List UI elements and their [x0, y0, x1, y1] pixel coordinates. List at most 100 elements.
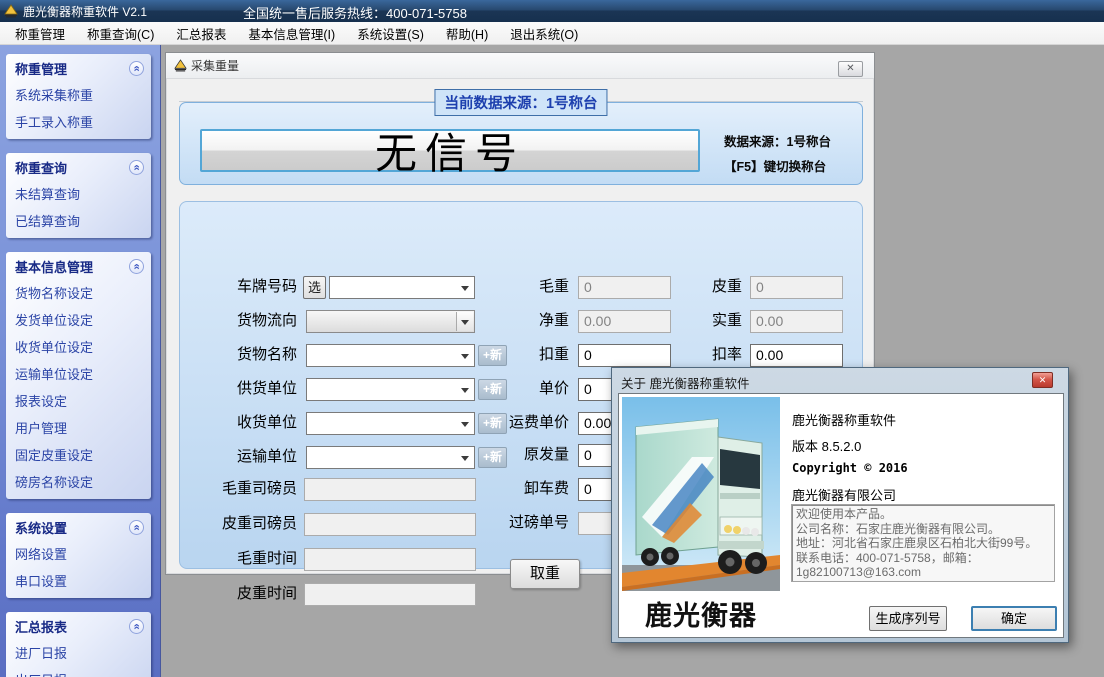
about-dialog-content: 鹿光衡器 鹿光衡器称重软件 版本 8.5.2.0 Copyright © 201…: [618, 393, 1064, 638]
label-net-weight: 净重: [480, 310, 569, 332]
sidebar-item-scale-house-setting[interactable]: 磅房名称设定: [6, 468, 151, 495]
chevron-down-icon: [456, 346, 473, 365]
sidebar-item-manual-entry-weighing[interactable]: 手工录入称重: [6, 108, 151, 135]
sidebar-item-system-collect-weighing[interactable]: 系统采集称重: [6, 81, 151, 108]
child-close-button[interactable]: ✕: [838, 61, 863, 77]
label-plate-number: 车牌号码: [192, 276, 297, 298]
ok-button[interactable]: 确定: [971, 606, 1057, 631]
sidebar-header-label: 称重查询: [15, 158, 67, 177]
label-gross-operator: 毛重司磅员: [192, 478, 297, 500]
menu-weighing-management[interactable]: 称重管理: [4, 21, 76, 46]
hotline-text: 全国统一售后服务热线：400-071-5758: [243, 3, 467, 22]
collapse-chevron-icon[interactable]: [129, 61, 144, 76]
label-receiver: 收货单位: [192, 412, 297, 434]
collapse-chevron-icon[interactable]: [129, 520, 144, 535]
sidebar-item-outbound-daily-report[interactable]: 出厂日报: [6, 666, 151, 677]
sidebar-item-shipper-setting[interactable]: 发货单位设定: [6, 306, 151, 333]
sidebar-item-goods-name-setting[interactable]: 货物名称设定: [6, 279, 151, 306]
collapse-chevron-icon[interactable]: [129, 160, 144, 175]
menu-help[interactable]: 帮助(H): [435, 21, 499, 46]
tare-time-field: [304, 583, 476, 606]
sidebar-item-settled-query[interactable]: 已结算查询: [6, 207, 151, 234]
dialog-close-button[interactable]: ✕: [1032, 372, 1053, 388]
receiver-combobox[interactable]: [306, 412, 475, 435]
label-original-qty: 原发量: [480, 444, 569, 466]
data-source-banner: 当前数据来源：1号称台: [434, 89, 607, 116]
label-supplier: 供货单位: [192, 378, 297, 400]
menu-weighing-query[interactable]: 称重查询(C): [76, 21, 165, 46]
label-gross-weight: 毛重: [480, 276, 569, 298]
sidebar-item-transport-setting[interactable]: 运输单位设定: [6, 360, 151, 387]
label-gross-time: 毛重时间: [192, 548, 297, 570]
collect-weight-titlebar: 采集重量 ✕: [166, 53, 874, 79]
menu-exit[interactable]: 退出系统(O): [499, 21, 589, 46]
tare-operator-field: [304, 513, 476, 536]
goods-flow-combobox[interactable]: [306, 310, 475, 333]
sidebar-item-report-setting[interactable]: 报表设定: [6, 387, 151, 414]
sidebar-item-inbound-daily-report[interactable]: 进厂日报: [6, 639, 151, 666]
sidebar-header-basic-info[interactable]: 基本信息管理: [6, 252, 151, 279]
data-source-label: 数据来源：1号称台: [724, 131, 874, 150]
sidebar-item-unsettled-query[interactable]: 未结算查询: [6, 180, 151, 207]
sidebar-header-label: 汇总报表: [15, 617, 67, 636]
logo-caption-text: 鹿光衡器: [622, 591, 780, 635]
transport-unit-combobox[interactable]: [306, 446, 475, 469]
sidebar-item-network-settings[interactable]: 网络设置: [6, 540, 151, 567]
sidebar-header-weighing[interactable]: 称重管理: [6, 54, 151, 81]
menu-summary-report[interactable]: 汇总报表: [165, 21, 237, 46]
about-copyright: Copyright © 2016: [792, 461, 908, 475]
label-unload-fee: 卸车费: [480, 478, 569, 500]
chevron-down-icon: [456, 414, 473, 433]
gross-time-field: [304, 548, 476, 571]
gross-weight-field: 0: [578, 276, 671, 299]
f5-switch-hint: 【F5】键切换称台: [724, 156, 874, 175]
collapse-chevron-icon[interactable]: [129, 619, 144, 634]
label-transport-unit: 运输单位: [192, 446, 297, 468]
menu-basic-info[interactable]: 基本信息管理(I): [237, 21, 346, 46]
chevron-down-icon: [456, 312, 473, 331]
menu-bar: 称重管理 称重查询(C) 汇总报表 基本信息管理(I) 系统设置(S) 帮助(H…: [0, 22, 1104, 45]
about-company: 鹿光衡器有限公司: [792, 485, 896, 504]
label-deduct-weight: 扣重: [480, 344, 569, 366]
gross-operator-field: [304, 478, 476, 501]
net-weight-field: 0.00: [578, 310, 671, 333]
deduct-weight-input[interactable]: 0: [578, 344, 671, 367]
child-window-title: 采集重量: [191, 57, 239, 74]
label-freight-price: 运费单价: [480, 412, 569, 434]
app-logo-icon: [174, 59, 187, 72]
deduct-rate-input[interactable]: 0.00: [750, 344, 843, 367]
sidebar-panel-summary-reports: 汇总报表 进厂日报 出厂日报: [6, 612, 151, 677]
sidebar-item-user-management[interactable]: 用户管理: [6, 414, 151, 441]
collapse-chevron-icon[interactable]: [129, 259, 144, 274]
generate-serial-button[interactable]: 生成序列号: [869, 606, 947, 631]
tare-weight-field: 0: [750, 276, 843, 299]
sidebar-header-label: 基本信息管理: [15, 257, 93, 276]
app-logo-icon: [4, 4, 18, 18]
sidebar-header-system-settings[interactable]: 系统设置: [6, 513, 151, 540]
sidebar-panel-system-settings: 系统设置 网络设置 串口设置: [6, 513, 151, 598]
goods-name-combobox[interactable]: [306, 344, 475, 367]
sidebar-item-fixed-tare-setting[interactable]: 固定皮重设定: [6, 441, 151, 468]
label-tare-weight: 皮重: [660, 276, 742, 298]
company-logo-image: 鹿光衡器: [622, 397, 780, 635]
truck-photo: [622, 397, 780, 591]
label-deduct-rate: 扣率: [660, 344, 742, 366]
sidebar-item-serial-port-settings[interactable]: 串口设置: [6, 567, 151, 594]
sidebar-panel-query: 称重查询 未结算查询 已结算查询: [6, 153, 151, 238]
take-weight-button[interactable]: 取重: [510, 559, 580, 589]
chevron-down-icon: [456, 380, 473, 399]
supplier-combobox[interactable]: [306, 378, 475, 401]
menu-system-settings[interactable]: 系统设置(S): [346, 21, 435, 46]
about-version: 版本 8.5.2.0: [792, 436, 861, 455]
label-tare-operator: 皮重司磅员: [192, 513, 297, 535]
sidebar-header-label: 称重管理: [15, 59, 67, 78]
sidebar-item-receiver-setting[interactable]: 收货单位设定: [6, 333, 151, 360]
sidebar-header-query[interactable]: 称重查询: [6, 153, 151, 180]
sidebar-header-summary-reports[interactable]: 汇总报表: [6, 612, 151, 639]
select-plate-button[interactable]: 选: [303, 276, 326, 299]
sidebar: 称重管理 系统采集称重 手工录入称重 称重查询 未结算查询 已结算查询 基本信息…: [0, 45, 161, 677]
label-goods-flow: 货物流向: [192, 310, 297, 332]
about-product-name: 鹿光衡器称重软件: [792, 410, 896, 429]
plate-number-combobox[interactable]: [329, 276, 475, 299]
sidebar-panel-basic-info: 基本信息管理 货物名称设定 发货单位设定 收货单位设定 运输单位设定 报表设定 …: [6, 252, 151, 499]
